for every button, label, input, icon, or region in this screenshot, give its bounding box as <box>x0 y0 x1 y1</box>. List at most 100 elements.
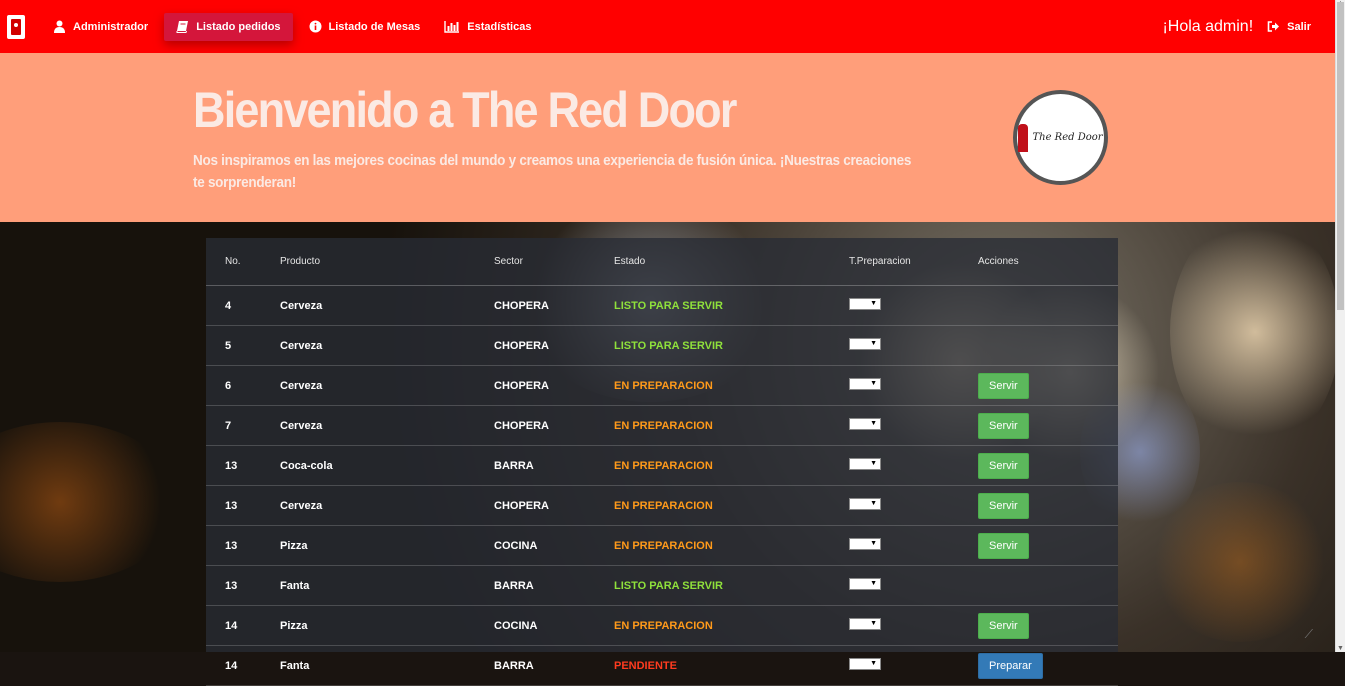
prep-time-select[interactable] <box>849 658 881 670</box>
prep-time-select[interactable] <box>849 618 881 630</box>
cell-producto: Cerveza <box>279 485 493 526</box>
nav-item-estadisticas[interactable]: Estadísticas <box>432 13 543 41</box>
table-row: 7CervezaCHOPERAEN PREPARACION Servir <box>206 405 1118 446</box>
column-header: Sector <box>493 238 613 286</box>
cell-no: 13 <box>206 485 279 526</box>
cell-tiempo-preparacion <box>848 525 977 566</box>
brand-logo-icon[interactable] <box>7 14 25 39</box>
servir-button[interactable]: Servir <box>978 372 1029 399</box>
cell-no: 4 <box>206 285 279 326</box>
info-icon <box>309 20 322 33</box>
resize-handle-icon: ⟋ <box>1304 627 1313 641</box>
scroll-down-arrow-icon[interactable]: ▼ <box>1337 645 1344 652</box>
cell-tiempo-preparacion <box>848 325 977 366</box>
servir-button[interactable]: Servir <box>978 412 1029 439</box>
user-icon <box>53 20 66 33</box>
servir-button[interactable]: Servir <box>978 612 1029 639</box>
cell-tiempo-preparacion <box>848 365 977 406</box>
nav-item-administrador[interactable]: Administrador <box>41 13 160 41</box>
table-row: 14PizzaCOCINAEN PREPARACION Servir <box>206 605 1118 646</box>
prep-time-select[interactable] <box>849 338 881 350</box>
cell-estado: EN PREPARACION <box>613 605 848 646</box>
prep-time-select[interactable] <box>849 578 881 590</box>
cell-acciones <box>977 325 1118 366</box>
bokeh-light <box>1170 222 1335 452</box>
cell-sector: CHOPERA <box>493 405 613 446</box>
cell-acciones: Servir <box>977 445 1118 486</box>
cell-estado: EN PREPARACION <box>613 445 848 486</box>
prep-time-select[interactable] <box>849 458 881 470</box>
cell-no: 14 <box>206 605 279 646</box>
nav-item-label: Listado pedidos <box>196 20 281 33</box>
cell-estado: LISTO PARA SERVIR <box>613 285 848 326</box>
orders-table-body: 4CervezaCHOPERALISTO PARA SERVIR5Cerveza… <box>206 285 1118 686</box>
cell-sector: BARRA <box>493 565 613 606</box>
cell-sector: CHOPERA <box>493 365 613 406</box>
cell-tiempo-preparacion <box>848 485 977 526</box>
servir-button[interactable]: Servir <box>978 452 1029 479</box>
cell-producto: Cerveza <box>279 325 493 366</box>
cell-producto: Fanta <box>279 565 493 606</box>
table-row: 4 Cerveza CHOPERA LISTO PARA SERVIR <box>206 285 1118 326</box>
logout-icon <box>1267 20 1280 33</box>
cell-sector: CHOPERA <box>493 325 613 366</box>
prep-time-select[interactable] <box>849 298 881 310</box>
page-scrollbar[interactable]: ▲ ▼ <box>1335 0 1345 652</box>
table-row: 5 Cerveza CHOPERA LISTO PARA SERVIR <box>206 325 1118 366</box>
cell-no: 13 <box>206 445 279 486</box>
cell-acciones: Servir <box>977 525 1118 566</box>
cell-acciones: Servir <box>977 485 1118 526</box>
column-header: Estado <box>613 238 848 286</box>
cell-acciones: Servir <box>977 605 1118 646</box>
servir-button[interactable]: Servir <box>978 532 1029 559</box>
top-navbar: Administrador Listado pedidos Listado de… <box>0 0 1335 53</box>
cell-producto: Pizza <box>279 605 493 646</box>
servir-button[interactable]: Servir <box>978 492 1029 519</box>
cell-producto: Pizza <box>279 525 493 566</box>
column-header: Producto <box>279 238 493 286</box>
bokeh-light <box>1150 482 1330 642</box>
prep-time-select[interactable] <box>849 378 881 390</box>
cell-no: 7 <box>206 405 279 446</box>
cell-tiempo-preparacion <box>848 605 977 646</box>
prep-time-select[interactable] <box>849 418 881 430</box>
greeting-text: ¡Hola admin! <box>1162 17 1254 35</box>
cell-no: 6 <box>206 365 279 406</box>
cell-acciones: Servir <box>977 365 1118 406</box>
logout-button[interactable]: Salir <box>1267 20 1311 33</box>
nav-item-label: Administrador <box>73 20 149 33</box>
column-header: No. <box>206 238 279 286</box>
preparar-button[interactable]: Preparar <box>978 652 1043 679</box>
column-header: Acciones <box>977 238 1118 286</box>
cell-sector: BARRA <box>493 445 613 486</box>
cell-estado: EN PREPARACION <box>613 365 848 406</box>
cell-tiempo-preparacion <box>848 565 977 606</box>
cell-acciones <box>977 285 1118 326</box>
cell-tiempo-preparacion <box>848 445 977 486</box>
column-header: T.Preparacion <box>848 238 977 286</box>
cell-estado: LISTO PARA SERVIR <box>613 565 848 606</box>
hero-title: Bienvenido a The Red Door <box>193 82 737 138</box>
cell-producto: Cerveza <box>279 285 493 326</box>
cell-estado: EN PREPARACION <box>613 485 848 526</box>
cell-acciones: Servir <box>977 405 1118 446</box>
nav-item-listado-mesas[interactable]: Listado de Mesas <box>297 13 433 41</box>
logout-label: Salir <box>1287 20 1311 33</box>
prep-time-select[interactable] <box>849 538 881 550</box>
cell-acciones <box>977 565 1118 606</box>
scrollbar-thumb[interactable] <box>1337 2 1344 310</box>
nav-item-listado-pedidos[interactable]: Listado pedidos <box>164 12 293 41</box>
prep-time-select[interactable] <box>849 498 881 510</box>
cell-no: 13 <box>206 525 279 566</box>
bar-chart-icon <box>444 20 460 33</box>
cell-sector: COCINA <box>493 525 613 566</box>
bokeh-light <box>0 422 180 582</box>
table-row: 13Coca-colaBARRAEN PREPARACION Servir <box>206 445 1118 486</box>
cell-estado: LISTO PARA SERVIR <box>613 325 848 366</box>
cell-estado: EN PREPARACION <box>613 405 848 446</box>
logo-text: The Red Door <box>1032 132 1103 143</box>
table-row: 13 Fanta BARRA LISTO PARA SERVIR <box>206 565 1118 606</box>
table-row: 13PizzaCOCINAEN PREPARACION Servir <box>206 525 1118 566</box>
door-icon <box>1018 123 1029 152</box>
cell-sector: CHOPERA <box>493 485 613 526</box>
